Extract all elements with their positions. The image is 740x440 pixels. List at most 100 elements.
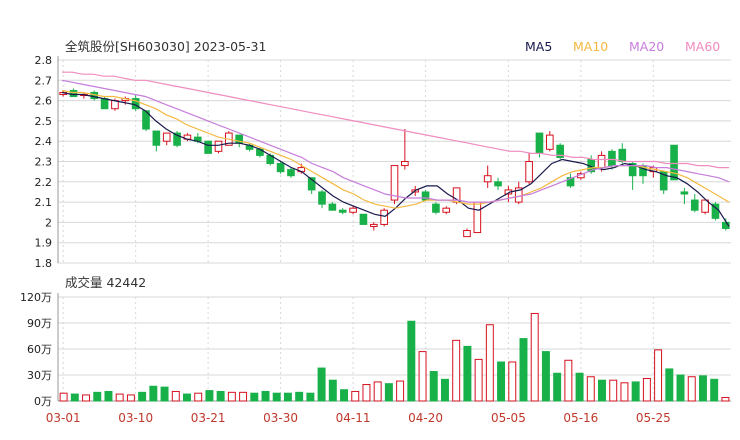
candle-body xyxy=(328,203,337,211)
volume-bar xyxy=(373,381,382,402)
volume-panel: 120万 90万 60万 30万 0万 xyxy=(20,291,731,408)
volume-bar xyxy=(261,390,270,402)
price-y-tick-label: 2.7 xyxy=(35,74,53,87)
candle xyxy=(670,144,678,181)
candle-body xyxy=(380,209,388,225)
candle-body xyxy=(494,181,502,187)
volume-bar xyxy=(642,377,651,402)
volume-bar xyxy=(104,390,113,402)
candle xyxy=(328,202,337,211)
candle-body xyxy=(525,161,533,183)
volume-bar xyxy=(328,379,337,402)
candle xyxy=(380,208,388,227)
volume-bar xyxy=(485,324,494,402)
volume-bar xyxy=(687,376,696,402)
candle-body xyxy=(318,191,326,205)
volume-bar xyxy=(205,390,214,402)
price-y-tick-label: 2 xyxy=(45,216,52,229)
candle-body xyxy=(421,191,430,201)
volume-bar xyxy=(519,338,528,402)
volume-bar xyxy=(59,392,68,402)
price-y-tick-label: 2.4 xyxy=(35,135,53,148)
x-tick-label: 03-01 xyxy=(46,411,81,425)
ma-line-ma60 xyxy=(62,71,729,169)
volume-bar xyxy=(82,394,91,402)
candle-body xyxy=(287,169,295,177)
candle xyxy=(338,208,347,215)
volume-bar xyxy=(227,391,236,402)
candle xyxy=(162,132,171,146)
volume-y-tick-label: 60万 xyxy=(27,343,52,356)
volume-bar xyxy=(171,390,180,402)
candle xyxy=(442,206,451,215)
volume-bar xyxy=(654,349,663,402)
volume-bar xyxy=(497,361,506,402)
candle-body xyxy=(463,230,471,238)
candle-body xyxy=(276,163,285,173)
volume-bar xyxy=(676,374,685,402)
x-tick-label: 05-25 xyxy=(636,411,671,425)
price-y-tick-label: 2.1 xyxy=(35,196,53,209)
volume-y-tick-label: 120万 xyxy=(20,291,52,304)
ma-legend: MA5 MA10 MA20 MA60 xyxy=(525,39,720,54)
price-panel: 2.8 2.7 2.6 2.5 2.4 2.3 2.2 2.1 2 1.9 1.8 xyxy=(35,54,731,270)
price-y-tick-label: 2.3 xyxy=(35,156,53,169)
volume-bar xyxy=(351,390,360,402)
candle xyxy=(152,130,161,152)
candle-body xyxy=(670,144,678,181)
volume-bar xyxy=(295,391,304,402)
candle-body xyxy=(442,207,451,213)
candle xyxy=(690,193,699,213)
volume-bar xyxy=(396,380,405,402)
price-y-tick-label: 2.6 xyxy=(35,95,53,108)
candle-body xyxy=(152,130,161,146)
volume-bar xyxy=(452,339,461,402)
volume-bar xyxy=(272,392,281,402)
candle-body xyxy=(432,203,440,213)
candle xyxy=(711,202,720,221)
chart-title: 全筑股份[SH603030] 2023-05-31 xyxy=(65,39,266,54)
volume-bar xyxy=(586,376,595,402)
volume-bar xyxy=(126,394,135,402)
candle-body xyxy=(608,150,616,167)
candle-body xyxy=(214,140,223,152)
x-tick-label: 05-16 xyxy=(563,411,598,425)
price-y-tick-label: 2.8 xyxy=(35,54,53,67)
volume-bar xyxy=(463,345,472,402)
candle-body xyxy=(69,89,78,98)
volume-bar xyxy=(317,367,326,402)
volume-bar xyxy=(598,379,606,402)
volume-bar xyxy=(70,393,79,402)
volume-bar xyxy=(564,359,573,402)
volume-bar xyxy=(160,386,169,402)
volume-bar xyxy=(250,392,259,402)
candle-body xyxy=(349,207,357,213)
candle xyxy=(432,202,440,215)
stock-chart: 全筑股份[SH603030] 2023-05-31 MA5 MA10 MA20 … xyxy=(20,39,731,425)
volume-bar xyxy=(508,361,517,402)
x-tick-label: 05-05 xyxy=(491,411,526,425)
volume-bar xyxy=(609,379,618,402)
x-axis: 03-01 03-10 03-21 03-30 04-11 04-20 05-05 05-16… xyxy=(46,411,671,425)
volume-bar xyxy=(239,391,248,402)
candle xyxy=(318,189,326,209)
x-tick-label: 04-11 xyxy=(336,411,371,425)
price-y-tick-label: 2.2 xyxy=(35,176,53,189)
volume-bar xyxy=(138,391,147,402)
candle-body xyxy=(401,161,409,167)
candle xyxy=(701,199,709,215)
candle-body xyxy=(618,148,627,163)
volume-bar xyxy=(429,371,438,402)
candle-body xyxy=(473,201,482,234)
volume-bar xyxy=(710,378,719,402)
candle xyxy=(369,222,378,231)
candle-body xyxy=(535,132,544,154)
candle-body xyxy=(338,209,347,213)
x-tick-label: 04-20 xyxy=(408,411,443,425)
volume-title: 成交量 42442 xyxy=(65,275,146,290)
volume-bar xyxy=(362,384,371,402)
volume-bar xyxy=(93,391,102,402)
candle xyxy=(483,165,492,188)
candle-body xyxy=(483,175,492,183)
volume-bar xyxy=(194,392,203,402)
